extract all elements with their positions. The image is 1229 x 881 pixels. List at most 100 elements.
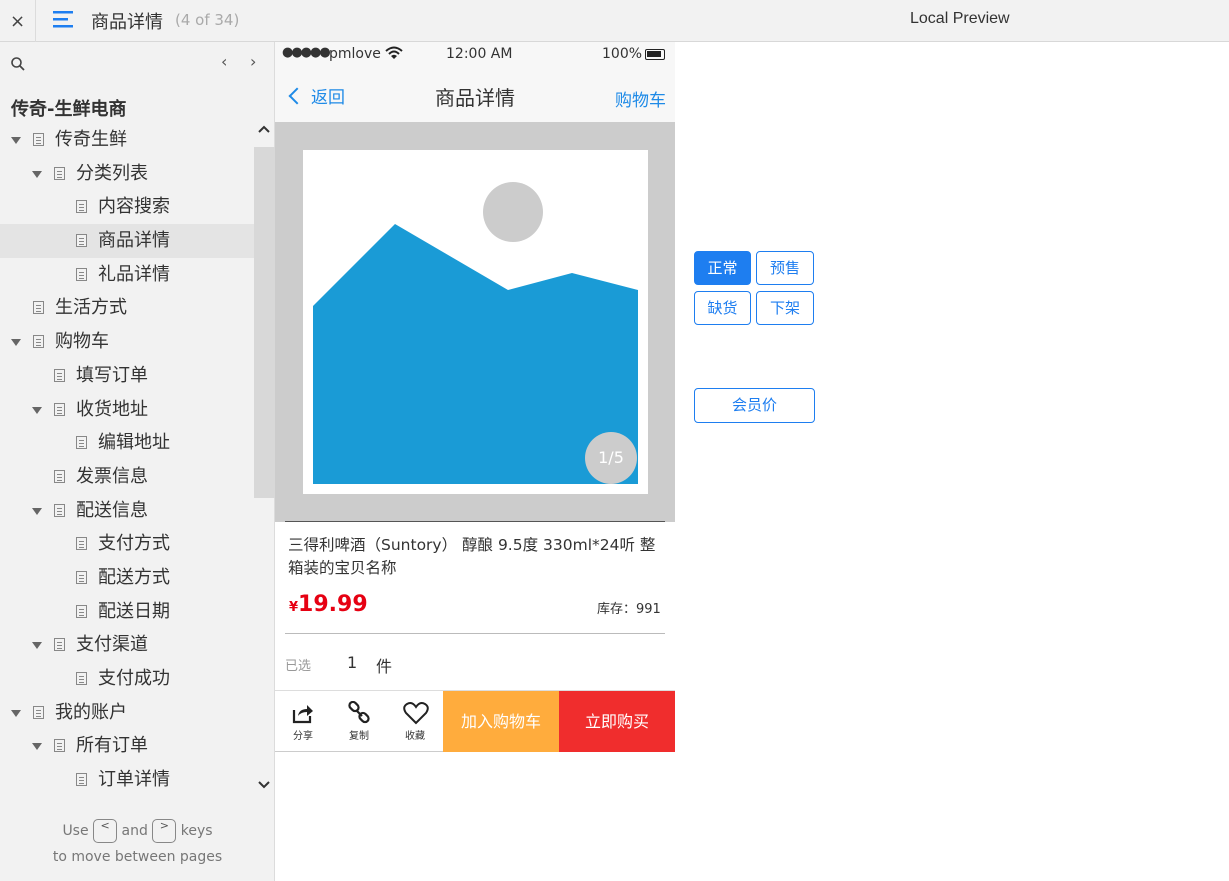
sidebar-item-label: 配送信息 (76, 499, 148, 521)
sidebar-item[interactable]: 支付成功 (0, 662, 254, 696)
page-icon (76, 200, 87, 214)
prev-page-icon[interactable]: ‹ (221, 52, 227, 71)
sidebar-item[interactable]: 生活方式 (0, 291, 254, 325)
hint-keys: keys (180, 823, 213, 839)
next-page-icon[interactable]: › (250, 52, 256, 71)
selected-quantity[interactable]: 1 (347, 653, 357, 672)
hint-line2: to move between pages (52, 849, 223, 865)
sidebar-item-label: 配送方式 (98, 566, 170, 588)
page-icon (54, 503, 65, 517)
sidebar-item[interactable]: 所有订单 (0, 729, 254, 763)
sidebar-item[interactable]: 购物车 (0, 325, 254, 359)
action-bar: 分享 复制 收藏 加入购物车 立即购买 (275, 690, 675, 752)
page-icon (76, 672, 87, 685)
sidebar-item-label: 支付成功 (98, 668, 170, 689)
sidebar-item[interactable]: 我的账户 (0, 696, 254, 730)
sidebar-item[interactable]: 分类列表 (0, 157, 254, 191)
page-icon (76, 267, 87, 281)
expand-arrow-icon[interactable] (32, 743, 42, 751)
expand-arrow-icon[interactable] (11, 137, 21, 144)
sidebar-item[interactable]: 编辑地址 (0, 426, 254, 460)
expand-arrow-icon[interactable] (11, 709, 21, 717)
sitemap-sidebar: ‹ › 传奇-生鲜电商 传奇生鲜分类列表内容搜索商品详情礼品详情生活方式购物车填… (0, 42, 275, 881)
sidebar-item[interactable]: 订单详情 (0, 763, 254, 797)
favorite-button[interactable]: 收藏 (387, 691, 443, 751)
search-icon[interactable] (10, 56, 26, 72)
product-gallery[interactable]: 1/5 (275, 122, 675, 522)
sidebar-item-label: 礼品详情 (98, 263, 170, 285)
sidebar-item-label: 编辑地址 (98, 432, 170, 454)
key-next-icon: > (152, 819, 177, 843)
sidebar-item[interactable]: 收货地址 (0, 393, 254, 427)
status-bar: ●●●●● pmlove 12:00 AM 100% (275, 42, 675, 66)
sitemap-menu-icon[interactable] (53, 9, 75, 31)
phone-prototype: ●●●●● pmlove 12:00 AM 100% 返回 商品详情 购物车 1… (275, 42, 675, 752)
sidebar-item[interactable]: 配送日期 (0, 595, 254, 629)
copy-label: 复制 (349, 731, 369, 742)
nav-bar: 返回 商品详情 购物车 (275, 66, 675, 122)
page-icon (33, 301, 44, 315)
share-button[interactable]: 分享 (275, 691, 331, 751)
expand-arrow-icon[interactable] (32, 642, 42, 650)
sidebar-item-label: 我的账户 (55, 701, 127, 723)
page-icon (76, 773, 87, 787)
page-icon (76, 570, 87, 584)
buy-now-button[interactable]: 立即购买 (559, 691, 675, 752)
sidebar-item[interactable]: 传奇生鲜 (0, 123, 254, 157)
sidebar-item-label: 发票信息 (76, 465, 148, 487)
hint-and: and (121, 823, 148, 839)
page-icon (54, 638, 65, 652)
price-value: 19.99 (298, 592, 368, 617)
scrollbar-thumb[interactable] (254, 147, 275, 498)
sidebar-item[interactable]: 礼品详情 (0, 258, 254, 292)
sidebar-item[interactable]: 支付方式 (0, 527, 254, 561)
carrier-name: pmlove (329, 46, 381, 62)
scroll-up-icon[interactable] (257, 124, 271, 134)
scroll-down-icon[interactable] (257, 780, 271, 790)
hint-use: Use (62, 823, 89, 839)
local-preview-label: Local Preview (910, 10, 1010, 27)
state-delisted-button[interactable]: 下架 (756, 291, 814, 325)
sidebar-item[interactable]: 填写订单 (0, 359, 254, 393)
sidebar-item[interactable]: 配送方式 (0, 561, 254, 595)
page-icon (76, 234, 87, 248)
state-out-of-stock-button[interactable]: 缺货 (694, 291, 751, 325)
key-prev-icon: < (93, 819, 118, 843)
close-icon[interactable]: × (0, 0, 36, 42)
sidebar-item-label: 所有订单 (76, 735, 148, 757)
sidebar-item-label: 配送日期 (98, 600, 170, 622)
sidebar-item-label: 收货地址 (76, 398, 148, 420)
sidebar-item-label: 购物车 (55, 331, 109, 353)
stock-count: 库存：991 (597, 602, 661, 617)
expand-arrow-icon[interactable] (32, 507, 42, 515)
sidebar-item[interactable]: 配送信息 (0, 494, 254, 528)
sidebar-item-label: 订单详情 (98, 769, 170, 791)
state-presale-button[interactable]: 预售 (756, 251, 814, 285)
add-to-cart-button[interactable]: 加入购物车 (443, 691, 559, 752)
copy-link-button[interactable]: 复制 (331, 691, 387, 751)
cart-link[interactable]: 购物车 (615, 86, 666, 111)
sidebar-item[interactable]: 支付渠道 (0, 628, 254, 662)
project-name: 传奇-生鲜电商 (11, 99, 127, 120)
sidebar-item[interactable]: 商品详情 (0, 224, 254, 258)
expand-arrow-icon[interactable] (32, 406, 42, 414)
battery-percent: 100% (602, 46, 643, 62)
expand-arrow-icon[interactable] (32, 170, 42, 178)
quantity-unit: 件 (376, 657, 393, 676)
expand-arrow-icon[interactable] (11, 339, 21, 347)
sidebar-item-label: 商品详情 (98, 230, 170, 252)
sidebar-item-label: 生活方式 (55, 297, 127, 319)
link-icon (348, 701, 370, 724)
sidebar-item-label: 传奇生鲜 (55, 129, 127, 150)
page-icon (54, 469, 65, 483)
sidebar-item[interactable]: 发票信息 (0, 460, 254, 494)
favorite-label: 收藏 (405, 731, 425, 742)
share-icon (292, 705, 313, 724)
sidebar-item[interactable]: 内容搜索 (0, 190, 254, 224)
state-normal-button[interactable]: 正常 (694, 251, 751, 285)
page-icon (54, 166, 65, 180)
selected-label: 已选 (285, 659, 312, 674)
sidebar-item-label: 内容搜索 (98, 196, 170, 218)
member-price-button[interactable]: 会员价 (694, 388, 815, 423)
divider (285, 521, 665, 522)
